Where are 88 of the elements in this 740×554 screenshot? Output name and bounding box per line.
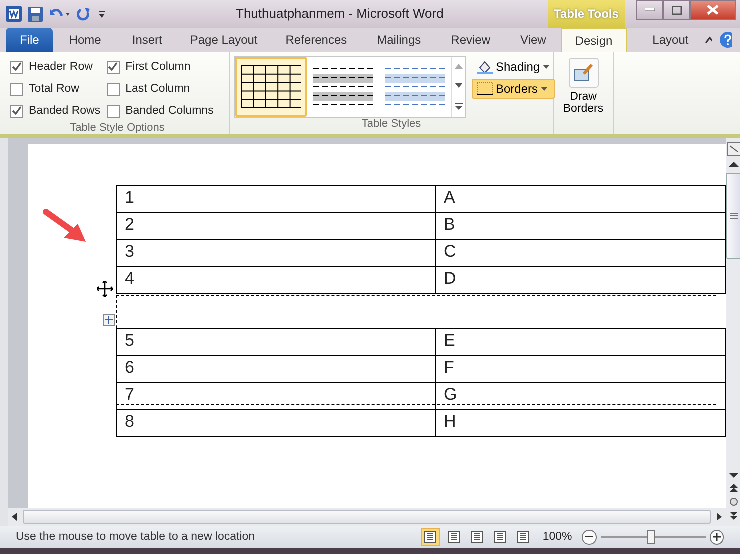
horizontal-scrollbar[interactable] — [23, 510, 711, 524]
zoom-slider-thumb[interactable] — [647, 530, 656, 544]
more-styles-icon[interactable] — [454, 102, 462, 110]
vertical-scrollbar[interactable] — [726, 173, 740, 259]
redo-icon[interactable] — [77, 7, 91, 21]
zoom-in-button[interactable] — [710, 530, 724, 544]
view-button[interactable] — [420, 528, 440, 546]
option-checkbox[interactable]: Header Row — [10, 56, 101, 78]
help-icon[interactable] — [720, 32, 732, 48]
option-checkbox[interactable]: Last Column — [106, 78, 214, 100]
table-cell: 6 — [117, 356, 436, 383]
option-checkbox[interactable]: Banded Columns — [106, 100, 214, 122]
scroll-right-icon[interactable] — [717, 513, 722, 521]
ribbon-tab[interactable]: Page Layout — [177, 28, 271, 52]
borders-button[interactable]: Borders — [472, 79, 556, 99]
caret-icon — [541, 87, 548, 91]
shading-button[interactable]: Shading — [472, 57, 556, 77]
previous-page-icon[interactable] — [730, 484, 738, 492]
table-cell: A — [436, 186, 726, 213]
ribbon-tab[interactable]: View — [506, 28, 562, 52]
maximize-button[interactable] — [663, 0, 690, 20]
table-move-handle-icon[interactable] — [103, 314, 115, 326]
draw-borders-button[interactable]: Draw Borders — [558, 56, 609, 117]
ribbon-tab[interactable]: Layout — [636, 28, 705, 52]
page-view-icon — [470, 531, 483, 543]
option-checkbox[interactable]: First Column — [106, 56, 214, 78]
ribbon-tab[interactable]: References — [270, 28, 362, 52]
page-view-icon — [494, 531, 506, 543]
checkmark-icon — [12, 106, 22, 116]
minimize-button[interactable] — [636, 0, 663, 20]
scroll-left-icon[interactable] — [12, 513, 17, 521]
paint-bucket-icon — [477, 60, 493, 74]
table-style-option[interactable] — [235, 57, 307, 117]
borders-icon — [477, 82, 493, 96]
table-cell: 4 — [117, 267, 436, 294]
caret-icon — [543, 65, 550, 69]
minus-icon — [585, 536, 594, 538]
grip-icon — [730, 213, 738, 219]
group-label: Table Styles — [360, 118, 422, 132]
move-cursor-icon — [97, 281, 113, 297]
page-view-icon — [424, 531, 436, 543]
table-cell: 1 — [117, 186, 436, 213]
table-cell: H — [436, 410, 726, 437]
group-label: Table Style Options — [69, 122, 166, 134]
scroll-up-icon[interactable] — [729, 162, 739, 167]
table-cell: C — [436, 240, 726, 267]
collapse-ribbon-icon[interactable] — [704, 36, 712, 44]
table-cell: G — [436, 383, 726, 410]
table-cell: 3 — [117, 240, 436, 267]
table-cell: 5 — [117, 329, 436, 356]
table-cell: 2 — [117, 213, 436, 240]
word-logo-icon[interactable] — [6, 6, 22, 22]
checkmark-icon — [108, 62, 118, 72]
minimize-icon — [644, 8, 654, 12]
ribbon-tab[interactable]: Home — [53, 28, 118, 52]
status-message: Use the mouse to move table to a new location — [16, 531, 256, 543]
page-view-icon — [448, 531, 460, 543]
close-icon — [707, 5, 719, 15]
pencil-table-icon — [568, 58, 598, 88]
ribbon-tab[interactable]: Design — [561, 28, 627, 52]
checkmark-icon — [12, 62, 22, 72]
page-view-icon — [517, 531, 530, 543]
ruler-toggle-icon[interactable] — [727, 142, 740, 156]
next-page-icon[interactable] — [730, 512, 738, 520]
scroll-down-icon[interactable] — [454, 83, 462, 88]
table-cell: F — [436, 356, 726, 383]
window-title: Thuthuatphanmem - Microsoft Word — [236, 6, 444, 21]
ribbon-tab[interactable]: Review — [436, 28, 506, 52]
context-label: Table Tools — [548, 0, 625, 28]
table-cell: 8 — [117, 410, 436, 437]
file-tab[interactable]: File — [6, 28, 54, 52]
table-cell: B — [436, 213, 726, 240]
plus-icon — [712, 533, 721, 541]
ribbon-tab[interactable]: Mailings — [362, 28, 436, 52]
save-icon[interactable] — [28, 6, 43, 22]
option-checkbox[interactable]: Total Row — [10, 78, 101, 100]
zoom-level[interactable]: 100% — [542, 531, 572, 543]
table-cell: E — [436, 329, 726, 356]
scroll-down-icon[interactable] — [729, 473, 739, 478]
option-checkbox[interactable]: Banded Rows — [10, 100, 101, 122]
close-button[interactable] — [690, 0, 736, 20]
ribbon-tab[interactable]: Insert — [117, 28, 178, 52]
browse-object-icon[interactable] — [730, 498, 738, 506]
table-cell: D — [436, 267, 726, 294]
maximize-icon — [672, 6, 682, 14]
grid-style-icon — [241, 65, 301, 109]
zoom-out-button[interactable] — [582, 530, 597, 544]
table-cell: 7 — [117, 383, 436, 410]
